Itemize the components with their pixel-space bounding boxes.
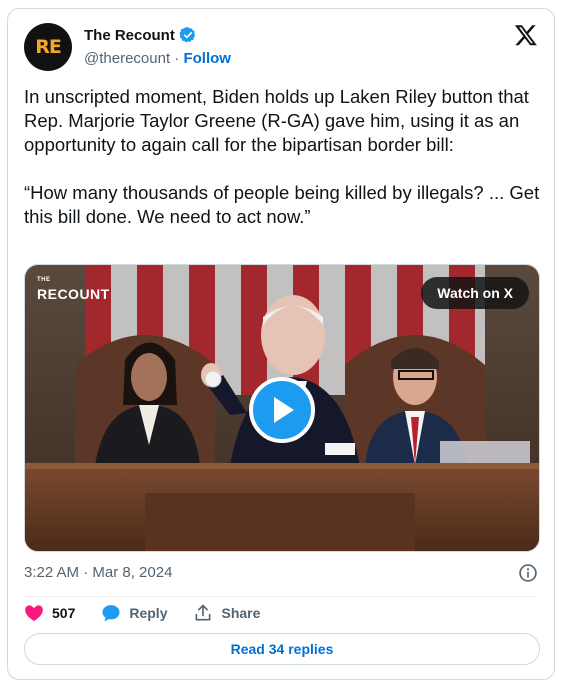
- tweet-card: RE The Recount @therecount · Follow In u…: [7, 8, 555, 680]
- like-count: 507: [52, 605, 76, 621]
- video-watermark: THE RECOUNT: [37, 273, 110, 301]
- play-icon: [274, 397, 294, 423]
- share-icon: [195, 604, 211, 621]
- author-name[interactable]: The Recount: [84, 27, 175, 44]
- watermark-top-text: THE: [37, 277, 51, 283]
- x-logo-icon[interactable]: [514, 23, 538, 47]
- action-bar: 507 Reply Share: [24, 603, 286, 623]
- heart-icon: [25, 605, 43, 621]
- info-icon[interactable]: [518, 563, 538, 583]
- separator-dot: ·: [170, 50, 184, 67]
- video-media[interactable]: THE RECOUNT Watch on X: [24, 264, 540, 552]
- author-handle-row: @therecount · Follow: [84, 50, 231, 67]
- reply-button[interactable]: Reply: [101, 603, 167, 623]
- author-name-row: The Recount: [84, 26, 197, 44]
- share-label: Share: [221, 605, 261, 621]
- reply-bubble-icon: [102, 605, 120, 622]
- play-button[interactable]: [249, 377, 315, 443]
- divider: [24, 596, 538, 597]
- verified-badge-icon: [179, 27, 196, 43]
- follow-button[interactable]: Follow: [183, 50, 231, 67]
- author-handle[interactable]: @therecount: [84, 50, 170, 67]
- avatar-logo-text: RE: [35, 36, 62, 58]
- watermark-text: RECOUNT: [37, 286, 110, 302]
- like-button[interactable]: 507: [24, 603, 75, 623]
- watch-on-x-button[interactable]: Watch on X: [421, 277, 529, 309]
- tweet-timestamp[interactable]: 3:22 AM · Mar 8, 2024: [24, 564, 172, 581]
- read-replies-button[interactable]: Read 34 replies: [24, 633, 540, 665]
- avatar[interactable]: RE: [24, 23, 72, 71]
- reply-label: Reply: [129, 605, 168, 621]
- tweet-text: In unscripted moment, Biden holds up Lak…: [24, 86, 540, 227]
- share-button[interactable]: Share: [193, 603, 260, 623]
